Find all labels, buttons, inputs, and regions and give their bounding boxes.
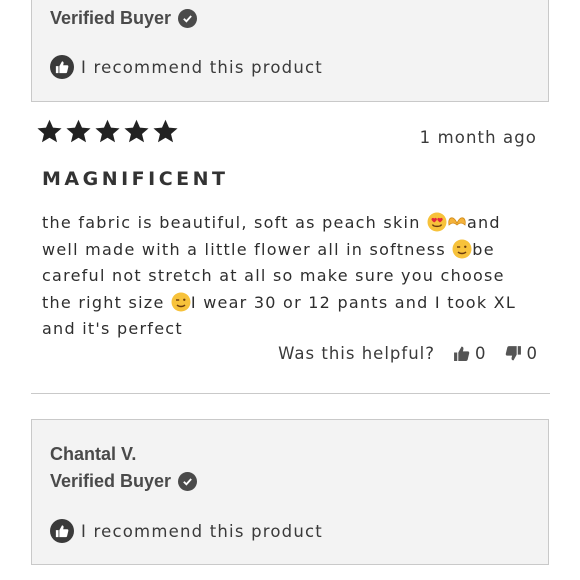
- next-author-card: Chantal V. Verified Buyer I recommend th…: [31, 419, 549, 565]
- verified-buyer-label: Verified Buyer: [50, 8, 172, 28]
- verified-buyer-label: Verified Buyer: [50, 471, 172, 491]
- review-body-part: the fabric is beautiful, soft as peach s…: [42, 213, 427, 232]
- thumbs-up-icon: [454, 346, 470, 361]
- star-icon: [95, 119, 120, 143]
- thumbs-down-icon: [505, 346, 521, 361]
- author-name: Chantal V.: [50, 444, 137, 464]
- helpful-row: Was this helpful? 0 0: [278, 344, 538, 363]
- check-circle-icon: [178, 9, 198, 28]
- star-icon: [66, 119, 91, 143]
- verified-buyer-badge: Verified Buyer: [50, 471, 198, 492]
- recommend-row: I recommend this product: [50, 519, 323, 543]
- review-date: 1 month ago: [419, 128, 537, 147]
- heart-eyes-emoji-icon: [427, 212, 447, 232]
- helpful-label: Was this helpful?: [278, 344, 435, 363]
- recommend-row: I recommend this product: [50, 55, 323, 79]
- recommend-text: I recommend this product: [81, 521, 323, 541]
- upvote-count: 0: [475, 344, 487, 363]
- star-icon: [37, 119, 62, 143]
- upvote-button[interactable]: 0: [453, 344, 487, 363]
- downvote-count: 0: [526, 344, 538, 363]
- winking-face-emoji-icon: [171, 292, 191, 311]
- winking-face-emoji-icon: [452, 239, 472, 258]
- verified-buyer-badge: Verified Buyer: [50, 8, 198, 29]
- recommend-text: I recommend this product: [81, 57, 323, 77]
- check-circle-icon: [178, 472, 198, 491]
- star-rating: [36, 118, 179, 145]
- review-item: 1 month ago MAGNIFICENT the fabric is be…: [0, 100, 580, 394]
- downvote-button[interactable]: 0: [505, 344, 539, 363]
- thumbs-up-icon: [50, 519, 74, 543]
- review-body: the fabric is beautiful, soft as peach s…: [42, 210, 522, 343]
- heart-hands-emoji-icon: [448, 217, 466, 226]
- previous-author-card: Verified Buyer I recommend this product: [31, 0, 549, 102]
- review-title: MAGNIFICENT: [42, 168, 229, 190]
- star-icon: [124, 119, 149, 143]
- review-divider: [31, 393, 550, 394]
- thumbs-up-icon: [50, 55, 74, 79]
- star-icon: [153, 119, 178, 143]
